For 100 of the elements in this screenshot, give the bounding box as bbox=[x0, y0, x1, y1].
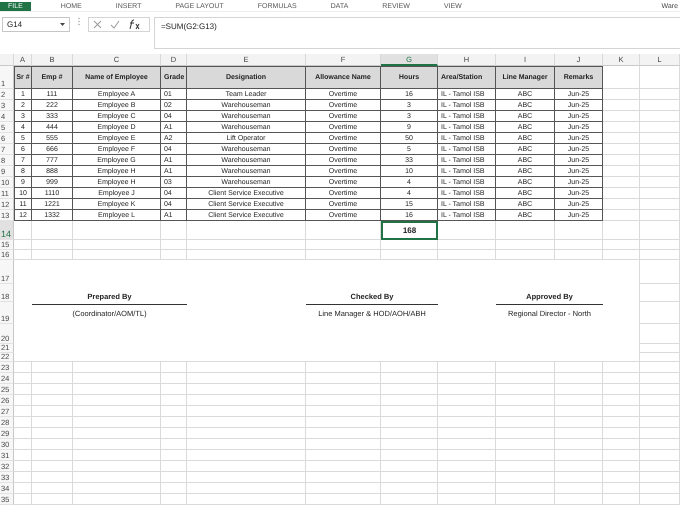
empty-cell[interactable] bbox=[555, 472, 603, 483]
empty-cell[interactable] bbox=[161, 395, 187, 406]
empty-cell[interactable] bbox=[187, 240, 306, 250]
empty-cell[interactable] bbox=[32, 362, 73, 373]
empty-cell[interactable] bbox=[603, 155, 640, 166]
empty-cell[interactable] bbox=[640, 353, 680, 362]
empty-cell[interactable] bbox=[32, 450, 73, 461]
empty-cell[interactable] bbox=[161, 221, 187, 240]
empty-cell[interactable] bbox=[603, 417, 640, 428]
empty-cell[interactable] bbox=[187, 450, 306, 461]
empty-cell[interactable] bbox=[381, 472, 438, 483]
empty-cell[interactable] bbox=[73, 450, 161, 461]
empty-cell[interactable] bbox=[32, 472, 73, 483]
empty-cell[interactable] bbox=[640, 111, 680, 122]
empty-cell[interactable] bbox=[640, 428, 680, 439]
empty-cell[interactable] bbox=[32, 461, 73, 472]
empty-cell[interactable] bbox=[640, 439, 680, 450]
empty-cell[interactable] bbox=[306, 240, 381, 250]
empty-cell[interactable] bbox=[161, 428, 187, 439]
empty-cell[interactable] bbox=[496, 494, 555, 505]
empty-cell[interactable] bbox=[555, 373, 603, 384]
empty-cell[interactable] bbox=[640, 450, 680, 461]
empty-cell[interactable] bbox=[555, 406, 603, 417]
empty-cell[interactable] bbox=[640, 324, 680, 344]
empty-cell[interactable] bbox=[496, 384, 555, 395]
empty-cell[interactable] bbox=[187, 428, 306, 439]
empty-cell[interactable] bbox=[555, 417, 603, 428]
empty-cell[interactable] bbox=[640, 240, 680, 250]
empty-cell[interactable] bbox=[381, 450, 438, 461]
empty-cell[interactable] bbox=[187, 373, 306, 384]
empty-cell[interactable] bbox=[640, 494, 680, 505]
empty-cell[interactable] bbox=[161, 472, 187, 483]
empty-cell[interactable] bbox=[306, 483, 381, 494]
empty-cell[interactable] bbox=[306, 428, 381, 439]
empty-cell[interactable] bbox=[640, 472, 680, 483]
empty-cell[interactable] bbox=[306, 417, 381, 428]
empty-cell[interactable] bbox=[603, 210, 640, 221]
empty-cell[interactable] bbox=[73, 428, 161, 439]
empty-cell[interactable] bbox=[555, 384, 603, 395]
row-number[interactable]: 14 bbox=[0, 221, 14, 240]
empty-cell[interactable] bbox=[187, 483, 306, 494]
empty-cell[interactable] bbox=[187, 439, 306, 450]
empty-cell[interactable] bbox=[161, 461, 187, 472]
empty-cell[interactable] bbox=[161, 494, 187, 505]
empty-cell[interactable] bbox=[32, 221, 73, 240]
empty-cell[interactable] bbox=[438, 384, 496, 395]
empty-cell[interactable] bbox=[555, 439, 603, 450]
empty-cell[interactable] bbox=[381, 373, 438, 384]
function-icon[interactable] bbox=[128, 19, 141, 30]
empty-cell[interactable] bbox=[306, 221, 381, 240]
empty-cell[interactable] bbox=[73, 439, 161, 450]
empty-cell[interactable] bbox=[438, 450, 496, 461]
empty-cell[interactable] bbox=[161, 362, 187, 373]
empty-cell[interactable] bbox=[32, 250, 73, 260]
empty-cell[interactable] bbox=[640, 122, 680, 133]
empty-cell[interactable] bbox=[32, 428, 73, 439]
empty-cell[interactable] bbox=[496, 472, 555, 483]
empty-cell[interactable] bbox=[603, 221, 640, 240]
empty-cell[interactable] bbox=[381, 439, 438, 450]
empty-cell[interactable] bbox=[73, 250, 161, 260]
empty-cell[interactable] bbox=[161, 240, 187, 250]
empty-cell[interactable] bbox=[381, 240, 438, 250]
empty-cell[interactable] bbox=[603, 100, 640, 111]
empty-cell[interactable] bbox=[161, 406, 187, 417]
empty-cell[interactable] bbox=[603, 166, 640, 177]
empty-cell[interactable] bbox=[306, 362, 381, 373]
empty-cell[interactable] bbox=[73, 406, 161, 417]
empty-cell[interactable] bbox=[640, 177, 680, 188]
empty-cell[interactable] bbox=[640, 461, 680, 472]
empty-cell[interactable] bbox=[381, 417, 438, 428]
empty-cell[interactable] bbox=[32, 240, 73, 250]
empty-cell[interactable] bbox=[161, 250, 187, 260]
empty-cell[interactable] bbox=[32, 494, 73, 505]
empty-cell[interactable] bbox=[603, 111, 640, 122]
empty-cell[interactable] bbox=[640, 155, 680, 166]
empty-cell[interactable] bbox=[603, 144, 640, 155]
empty-cell[interactable] bbox=[73, 494, 161, 505]
empty-cell[interactable] bbox=[73, 221, 161, 240]
empty-cell[interactable] bbox=[438, 494, 496, 505]
empty-cell[interactable] bbox=[603, 483, 640, 494]
empty-cell[interactable] bbox=[640, 199, 680, 210]
empty-cell[interactable] bbox=[603, 439, 640, 450]
empty-cell[interactable] bbox=[603, 199, 640, 210]
empty-cell[interactable] bbox=[187, 221, 306, 240]
empty-cell[interactable] bbox=[555, 450, 603, 461]
empty-cell[interactable] bbox=[603, 461, 640, 472]
empty-cell[interactable] bbox=[381, 406, 438, 417]
empty-cell[interactable] bbox=[161, 483, 187, 494]
empty-cell[interactable] bbox=[438, 373, 496, 384]
empty-cell[interactable] bbox=[496, 362, 555, 373]
empty-cell[interactable] bbox=[73, 373, 161, 384]
empty-cell[interactable] bbox=[603, 122, 640, 133]
empty-cell[interactable] bbox=[555, 494, 603, 505]
empty-cell[interactable] bbox=[640, 406, 680, 417]
empty-cell[interactable] bbox=[555, 461, 603, 472]
empty-cell[interactable] bbox=[640, 384, 680, 395]
empty-cell[interactable] bbox=[306, 450, 381, 461]
empty-cell[interactable] bbox=[306, 494, 381, 505]
empty-cell[interactable] bbox=[496, 250, 555, 260]
empty-cell[interactable] bbox=[640, 284, 680, 302]
